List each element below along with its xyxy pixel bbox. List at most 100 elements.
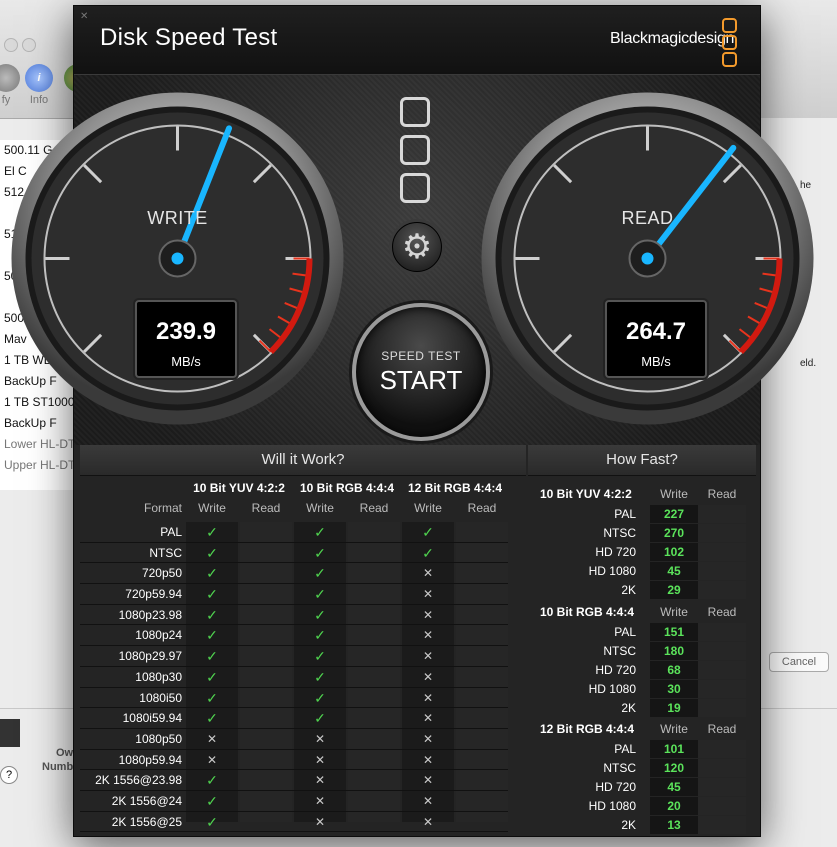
table-row: 1080p23.98 ✓ ✓ ✕ xyxy=(80,605,508,626)
table-row: 720p50 ✓ ✓ ✕ xyxy=(80,563,508,585)
cross-icon: ✕ xyxy=(314,773,326,788)
window-header: ✕ Disk Speed Test Blackmagicdesign xyxy=(74,6,760,75)
table-row: 1080i59.94 ✓ ✓ ✕ xyxy=(80,708,508,729)
checkmark-icon: ✓ xyxy=(206,648,218,665)
start-button[interactable]: SPEED TEST START xyxy=(352,303,490,441)
read-header: Read xyxy=(707,605,737,619)
background-minimize-button[interactable] xyxy=(22,38,36,52)
table-row: 1080p24 ✓ ✓ ✕ xyxy=(80,625,508,647)
write-speed-cell: 20 xyxy=(650,797,698,815)
format-label: NTSC xyxy=(603,526,636,540)
format-label: HD 1080 xyxy=(588,682,636,696)
write-speed-cell: 151 xyxy=(650,623,698,641)
write-header: Write xyxy=(660,487,688,501)
group-header: 10 Bit RGB 4:4:4 xyxy=(299,481,395,495)
disk-thumbnail xyxy=(0,719,20,747)
cross-icon: ✕ xyxy=(422,814,434,829)
list-item[interactable]: Upper HL-DT xyxy=(0,455,80,476)
write-gauge: WRITE 239.9 MB/s xyxy=(9,90,346,427)
cross-icon: ✕ xyxy=(314,793,326,808)
list-item[interactable]: Lower HL-DT xyxy=(0,434,80,455)
write-speed-unit: MB/s xyxy=(171,354,201,369)
read-speed-cell xyxy=(698,642,746,660)
cross-icon: ✕ xyxy=(422,773,434,788)
cross-icon: ✕ xyxy=(206,731,218,746)
checkmark-icon: ✓ xyxy=(206,565,218,582)
format-label: NTSC xyxy=(603,761,636,775)
checkmark-icon: ✓ xyxy=(206,710,218,727)
write-speed-cell: 102 xyxy=(650,543,698,561)
will-it-work-table: PAL ✓ ✓ ✓ NTSC ✓ ✓ ✓ 720p50 ✓ ✓ ✕ 720p59.94 ✓ ✓ ✕ 1080p2… xyxy=(80,522,508,833)
format-label: PAL xyxy=(160,525,182,539)
format-label: HD 1080 xyxy=(588,564,636,578)
write-speed-value: 239.9 xyxy=(155,318,217,345)
table-row: 1080p50 ✕ ✕ ✕ xyxy=(80,729,508,750)
read-gauge-label: READ xyxy=(621,208,674,228)
checkmark-icon: ✓ xyxy=(422,544,434,561)
help-button[interactable]: ? xyxy=(0,766,18,784)
format-label: 2K xyxy=(621,583,636,597)
read-header: Read xyxy=(467,501,497,515)
write-speed-cell: 101 xyxy=(650,740,698,758)
checkmark-icon: ✓ xyxy=(314,689,326,706)
group-header: 10 Bit YUV 4:2:2 xyxy=(540,487,632,501)
write-speed-cell: 29 xyxy=(650,581,698,599)
table-row: 2K 1556@24 ✓ ✕ ✕ xyxy=(80,791,508,812)
table-row: 720p59.94 ✓ ✓ ✕ xyxy=(80,584,508,605)
read-header: Read xyxy=(251,501,281,515)
read-speed-cell xyxy=(698,699,746,717)
format-label: NTSC xyxy=(603,644,636,658)
write-gauge-label: WRITE xyxy=(147,208,208,228)
section-header: 12 Bit RGB 4:4:4 Write Read xyxy=(528,718,756,740)
checkmark-icon: ✓ xyxy=(206,792,218,809)
cross-icon: ✕ xyxy=(422,793,434,808)
table-row: NTSC 270 xyxy=(528,524,756,543)
section-header: 10 Bit YUV 4:2:2 Write Read xyxy=(528,483,756,505)
write-speed-readout: 239.9 MB/s xyxy=(135,300,237,378)
table-row: PAL 227 xyxy=(528,505,756,524)
group-header: 12 Bit RGB 4:4:4 xyxy=(540,722,635,736)
read-speed-cell xyxy=(698,680,746,698)
format-label: 720p59.94 xyxy=(125,587,182,602)
format-label: 1080p24 xyxy=(135,628,182,643)
read-speed-cell xyxy=(698,524,746,542)
will-it-work-title: Will it Work? xyxy=(80,445,526,476)
write-speed-cell: 45 xyxy=(650,778,698,796)
format-label: 1080p30 xyxy=(135,669,182,684)
checkmark-icon: ✓ xyxy=(206,813,218,830)
format-label: 1080p23.98 xyxy=(118,607,182,622)
format-label: HD 720 xyxy=(595,663,636,677)
checkmark-icon: ✓ xyxy=(422,524,434,540)
checkmark-icon: ✓ xyxy=(206,544,218,561)
read-speed-cell xyxy=(698,797,746,815)
read-gauge: READ 264.7 MB/s xyxy=(479,90,816,427)
read-speed-cell xyxy=(698,816,746,834)
checkmark-icon: ✓ xyxy=(314,648,326,665)
section-header: 10 Bit RGB 4:4:4 Write Read xyxy=(528,601,756,623)
table-row: NTSC ✓ ✓ ✓ xyxy=(80,543,508,564)
checkmark-icon: ✓ xyxy=(206,586,218,603)
settings-button[interactable]: ⚙ xyxy=(392,222,442,272)
background-close-button[interactable] xyxy=(4,38,18,52)
gear-icon: ⚙ xyxy=(401,228,433,266)
cross-icon: ✕ xyxy=(422,649,434,664)
format-label: 2K 1556@24 xyxy=(111,793,182,808)
read-speed-cell xyxy=(698,759,746,777)
cross-icon: ✕ xyxy=(206,752,218,767)
background-cancel-button[interactable]: Cancel xyxy=(769,652,829,672)
cross-icon: ✕ xyxy=(422,690,434,705)
write-speed-cell: 68 xyxy=(650,661,698,679)
start-button-caption: SPEED TEST xyxy=(381,349,461,363)
table-row: 1080p30 ✓ ✓ ✕ xyxy=(80,667,508,688)
write-speed-cell: 227 xyxy=(650,505,698,523)
write-speed-cell: 19 xyxy=(650,699,698,717)
checkmark-icon: ✓ xyxy=(314,710,326,727)
brand-name: Blackmagicdesign xyxy=(610,30,735,47)
read-speed-cell xyxy=(698,740,746,758)
table-row: 2K 29 xyxy=(528,581,756,600)
close-icon[interactable]: ✕ xyxy=(80,12,90,22)
group-header: 12 Bit RGB 4:4:4 xyxy=(407,481,503,495)
checkmark-icon: ✓ xyxy=(314,524,326,540)
info-icon: i xyxy=(25,64,53,92)
checkmark-icon: ✓ xyxy=(314,565,326,582)
